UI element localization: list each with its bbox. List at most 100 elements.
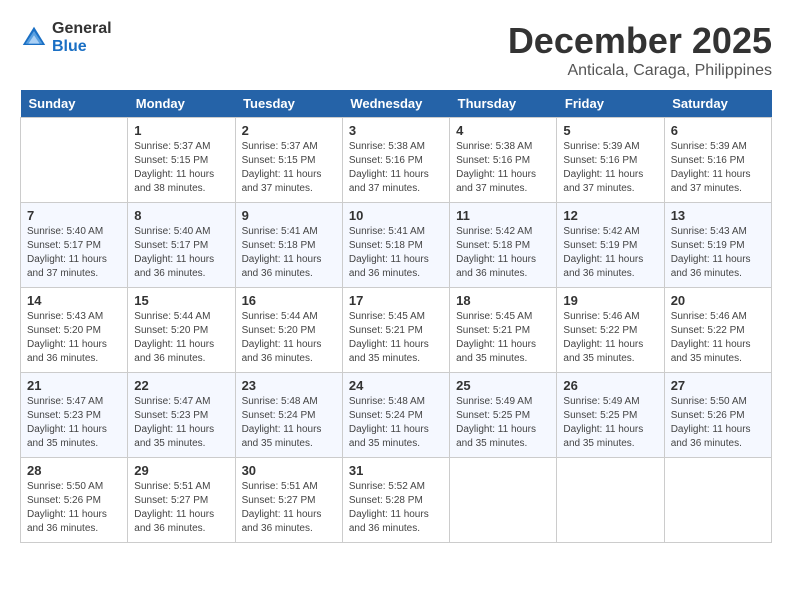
header-monday: Monday	[128, 90, 235, 118]
day-info: Sunrise: 5:46 AMSunset: 5:22 PMDaylight:…	[671, 310, 765, 366]
cell-week3-day4: 18 Sunrise: 5:45 AMSunset: 5:21 PMDayligh…	[450, 288, 557, 373]
day-info: Sunrise: 5:38 AMSunset: 5:16 PMDaylight:…	[456, 140, 550, 196]
cell-week4-day4: 25 Sunrise: 5:49 AMSunset: 5:25 PMDayligh…	[450, 373, 557, 458]
day-info: Sunrise: 5:45 AMSunset: 5:21 PMDaylight:…	[456, 310, 550, 366]
weekday-header-row: SundayMondayTuesdayWednesdayThursdayFrid…	[21, 90, 772, 118]
cell-week4-day5: 26 Sunrise: 5:49 AMSunset: 5:25 PMDayligh…	[557, 373, 664, 458]
cell-week3-day6: 20 Sunrise: 5:46 AMSunset: 5:22 PMDayligh…	[664, 288, 771, 373]
cell-week3-day5: 19Sunrise: 5:46 AMSunset: 5:22 PMDayligh…	[557, 288, 664, 373]
day-info: Sunrise: 5:50 AMSunset: 5:26 PMDaylight:…	[671, 395, 765, 451]
calendar-table: SundayMondayTuesdayWednesdayThursdayFrid…	[20, 90, 772, 543]
header-friday: Friday	[557, 90, 664, 118]
cell-week2-day4: 11 Sunrise: 5:42 AMSunset: 5:18 PMDayligh…	[450, 203, 557, 288]
cell-week2-day2: 9 Sunrise: 5:41 AMSunset: 5:18 PMDaylight…	[235, 203, 342, 288]
cell-week3-day2: 16 Sunrise: 5:44 AMSunset: 5:20 PMDayligh…	[235, 288, 342, 373]
header-sunday: Sunday	[21, 90, 128, 118]
day-number: 29	[134, 463, 228, 478]
week-row-3: 14 Sunrise: 5:43 AMSunset: 5:20 PMDayligh…	[21, 288, 772, 373]
day-number: 21	[27, 378, 121, 393]
day-number: 8	[134, 208, 228, 223]
week-row-2: 7 Sunrise: 5:40 AMSunset: 5:17 PMDaylight…	[21, 203, 772, 288]
day-info: Sunrise: 5:44 AMSunset: 5:20 PMDaylight:…	[134, 310, 228, 366]
cell-week5-day2: 30 Sunrise: 5:51 AMSunset: 5:27 PMDayligh…	[235, 458, 342, 543]
day-number: 17	[349, 293, 443, 308]
cell-week4-day1: 22Sunrise: 5:47 AMSunset: 5:23 PMDayligh…	[128, 373, 235, 458]
cell-week4-day0: 21Sunrise: 5:47 AMSunset: 5:23 PMDayligh…	[21, 373, 128, 458]
cell-week3-day3: 17 Sunrise: 5:45 AMSunset: 5:21 PMDayligh…	[342, 288, 449, 373]
day-number: 25	[456, 378, 550, 393]
cell-week4-day2: 23Sunrise: 5:48 AMSunset: 5:24 PMDayligh…	[235, 373, 342, 458]
day-info: Sunrise: 5:41 AMSunset: 5:18 PMDaylight:…	[349, 225, 443, 281]
header-wednesday: Wednesday	[342, 90, 449, 118]
day-number: 23	[242, 378, 336, 393]
cell-week5-day6	[664, 458, 771, 543]
day-info: Sunrise: 5:40 AMSunset: 5:17 PMDaylight:…	[27, 225, 121, 281]
logo-text: General Blue	[52, 20, 112, 55]
day-info: Sunrise: 5:49 AMSunset: 5:25 PMDaylight:…	[563, 395, 657, 451]
day-number: 20	[671, 293, 765, 308]
cell-week1-day0	[21, 118, 128, 203]
day-info: Sunrise: 5:39 AMSunset: 5:16 PMDaylight:…	[671, 140, 765, 196]
day-number: 30	[242, 463, 336, 478]
day-number: 26	[563, 378, 657, 393]
header: General Blue December 2025 Anticala, Car…	[20, 20, 772, 80]
week-row-5: 28 Sunrise: 5:50 AMSunset: 5:26 PMDayligh…	[21, 458, 772, 543]
cell-week2-day1: 8Sunrise: 5:40 AMSunset: 5:17 PMDaylight…	[128, 203, 235, 288]
cell-week1-day1: 1Sunrise: 5:37 AMSunset: 5:15 PMDaylight…	[128, 118, 235, 203]
day-info: Sunrise: 5:38 AMSunset: 5:16 PMDaylight:…	[349, 140, 443, 196]
logo: General Blue	[20, 20, 112, 55]
day-number: 13	[671, 208, 765, 223]
cell-week1-day4: 4Sunrise: 5:38 AMSunset: 5:16 PMDaylight…	[450, 118, 557, 203]
title-area: December 2025 Anticala, Caraga, Philippi…	[508, 20, 772, 80]
header-tuesday: Tuesday	[235, 90, 342, 118]
day-number: 12	[563, 208, 657, 223]
cell-week3-day0: 14 Sunrise: 5:43 AMSunset: 5:20 PMDayligh…	[21, 288, 128, 373]
day-number: 3	[349, 123, 443, 138]
cell-week4-day6: 27 Sunrise: 5:50 AMSunset: 5:26 PMDayligh…	[664, 373, 771, 458]
day-number: 14	[27, 293, 121, 308]
day-info: Sunrise: 5:45 AMSunset: 5:21 PMDaylight:…	[349, 310, 443, 366]
day-number: 31	[349, 463, 443, 478]
day-number: 16	[242, 293, 336, 308]
cell-week2-day0: 7 Sunrise: 5:40 AMSunset: 5:17 PMDaylight…	[21, 203, 128, 288]
day-number: 27	[671, 378, 765, 393]
day-number: 24	[349, 378, 443, 393]
day-info: Sunrise: 5:42 AMSunset: 5:19 PMDaylight:…	[563, 225, 657, 281]
day-info: Sunrise: 5:50 AMSunset: 5:26 PMDaylight:…	[27, 480, 121, 536]
month-title: December 2025	[508, 20, 772, 62]
day-number: 9	[242, 208, 336, 223]
cell-week2-day5: 12 Sunrise: 5:42 AMSunset: 5:19 PMDayligh…	[557, 203, 664, 288]
day-number: 5	[563, 123, 657, 138]
day-number: 15	[134, 293, 228, 308]
cell-week1-day2: 2Sunrise: 5:37 AMSunset: 5:15 PMDaylight…	[235, 118, 342, 203]
day-info: Sunrise: 5:39 AMSunset: 5:16 PMDaylight:…	[563, 140, 657, 196]
cell-week1-day3: 3 Sunrise: 5:38 AMSunset: 5:16 PMDaylight…	[342, 118, 449, 203]
day-number: 7	[27, 208, 121, 223]
day-number: 10	[349, 208, 443, 223]
day-number: 18	[456, 293, 550, 308]
day-info: Sunrise: 5:37 AMSunset: 5:15 PMDaylight:…	[134, 140, 228, 196]
day-info: Sunrise: 5:43 AMSunset: 5:20 PMDaylight:…	[27, 310, 121, 366]
cell-week1-day6: 6Sunrise: 5:39 AMSunset: 5:16 PMDaylight…	[664, 118, 771, 203]
cell-week5-day5	[557, 458, 664, 543]
day-number: 22	[134, 378, 228, 393]
day-number: 28	[27, 463, 121, 478]
day-info: Sunrise: 5:44 AMSunset: 5:20 PMDaylight:…	[242, 310, 336, 366]
cell-week5-day4	[450, 458, 557, 543]
day-info: Sunrise: 5:51 AMSunset: 5:27 PMDaylight:…	[134, 480, 228, 536]
day-info: Sunrise: 5:43 AMSunset: 5:19 PMDaylight:…	[671, 225, 765, 281]
cell-week5-day1: 29 Sunrise: 5:51 AMSunset: 5:27 PMDayligh…	[128, 458, 235, 543]
header-saturday: Saturday	[664, 90, 771, 118]
cell-week2-day6: 13 Sunrise: 5:43 AMSunset: 5:19 PMDayligh…	[664, 203, 771, 288]
day-info: Sunrise: 5:42 AMSunset: 5:18 PMDaylight:…	[456, 225, 550, 281]
cell-week2-day3: 10 Sunrise: 5:41 AMSunset: 5:18 PMDayligh…	[342, 203, 449, 288]
day-info: Sunrise: 5:41 AMSunset: 5:18 PMDaylight:…	[242, 225, 336, 281]
day-info: Sunrise: 5:51 AMSunset: 5:27 PMDaylight:…	[242, 480, 336, 536]
logo-icon	[20, 24, 48, 52]
day-number: 19	[563, 293, 657, 308]
day-info: Sunrise: 5:49 AMSunset: 5:25 PMDaylight:…	[456, 395, 550, 451]
day-number: 2	[242, 123, 336, 138]
day-number: 11	[456, 208, 550, 223]
location-title: Anticala, Caraga, Philippines	[508, 62, 772, 80]
cell-week1-day5: 5 Sunrise: 5:39 AMSunset: 5:16 PMDaylight…	[557, 118, 664, 203]
